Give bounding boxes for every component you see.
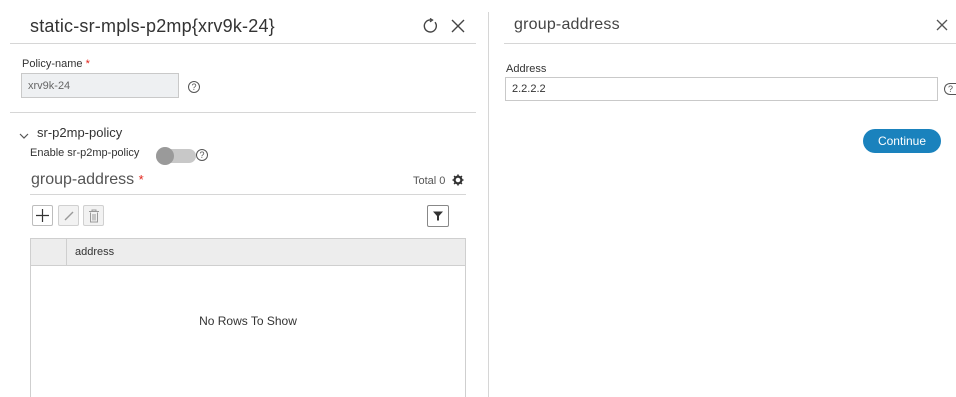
- gear-icon[interactable]: [451, 173, 465, 187]
- grid-header: address: [31, 239, 465, 266]
- panel-title: static-sr-mpls-p2mp{xrv9k-24}: [30, 16, 275, 36]
- panel-divider: [488, 12, 489, 397]
- required-mark: *: [85, 58, 90, 70]
- group-address-title: group-address: [31, 171, 135, 188]
- group-divider: [30, 194, 466, 195]
- enable-label: Enable sr-p2mp-policy: [30, 147, 140, 159]
- required-mark: *: [138, 172, 144, 187]
- empty-grid-message: No Rows To Show: [199, 314, 297, 328]
- policy-name-label-text: Policy-name: [22, 58, 83, 70]
- select-column-header[interactable]: [31, 239, 67, 265]
- enable-toggle[interactable]: [156, 147, 196, 165]
- header-divider: [10, 43, 476, 44]
- policy-name-label: Policy-name *: [22, 58, 90, 70]
- chevron-down-icon[interactable]: [19, 127, 31, 139]
- refresh-icon[interactable]: [422, 17, 440, 35]
- pencil-icon: [64, 211, 73, 220]
- plus-icon: [36, 209, 49, 222]
- group-address-panel: group-address Address 2.2.2.2 ? Continue: [490, 0, 956, 397]
- toggle-knob: [156, 147, 174, 165]
- address-grid: address No Rows To Show: [30, 238, 466, 397]
- trash-icon: [88, 209, 99, 222]
- filter-icon: [433, 211, 443, 221]
- edit-button[interactable]: [58, 205, 79, 226]
- policy-panel: static-sr-mpls-p2mp{xrv9k-24} Policy-nam…: [0, 0, 488, 397]
- total-count: Total 0: [413, 175, 446, 187]
- policy-name-input: xrv9k-24: [21, 73, 179, 98]
- panel-title: group-address: [514, 16, 620, 33]
- delete-button[interactable]: [83, 205, 104, 226]
- address-label: Address: [506, 63, 547, 75]
- section-divider: [10, 112, 476, 113]
- column-header-address[interactable]: address: [67, 239, 114, 265]
- help-icon[interactable]: ?: [188, 81, 200, 93]
- filter-button[interactable]: [427, 205, 449, 227]
- continue-button[interactable]: Continue: [863, 129, 941, 153]
- section-title[interactable]: sr-p2mp-policy: [37, 125, 122, 140]
- group-address-heading: group-address *: [31, 171, 144, 189]
- help-icon[interactable]: ?: [944, 83, 956, 95]
- close-icon[interactable]: [449, 17, 467, 35]
- close-icon[interactable]: [934, 17, 950, 33]
- add-button[interactable]: [32, 205, 53, 226]
- header-divider: [504, 43, 956, 44]
- address-input[interactable]: 2.2.2.2: [505, 77, 938, 101]
- help-icon[interactable]: ?: [196, 149, 208, 161]
